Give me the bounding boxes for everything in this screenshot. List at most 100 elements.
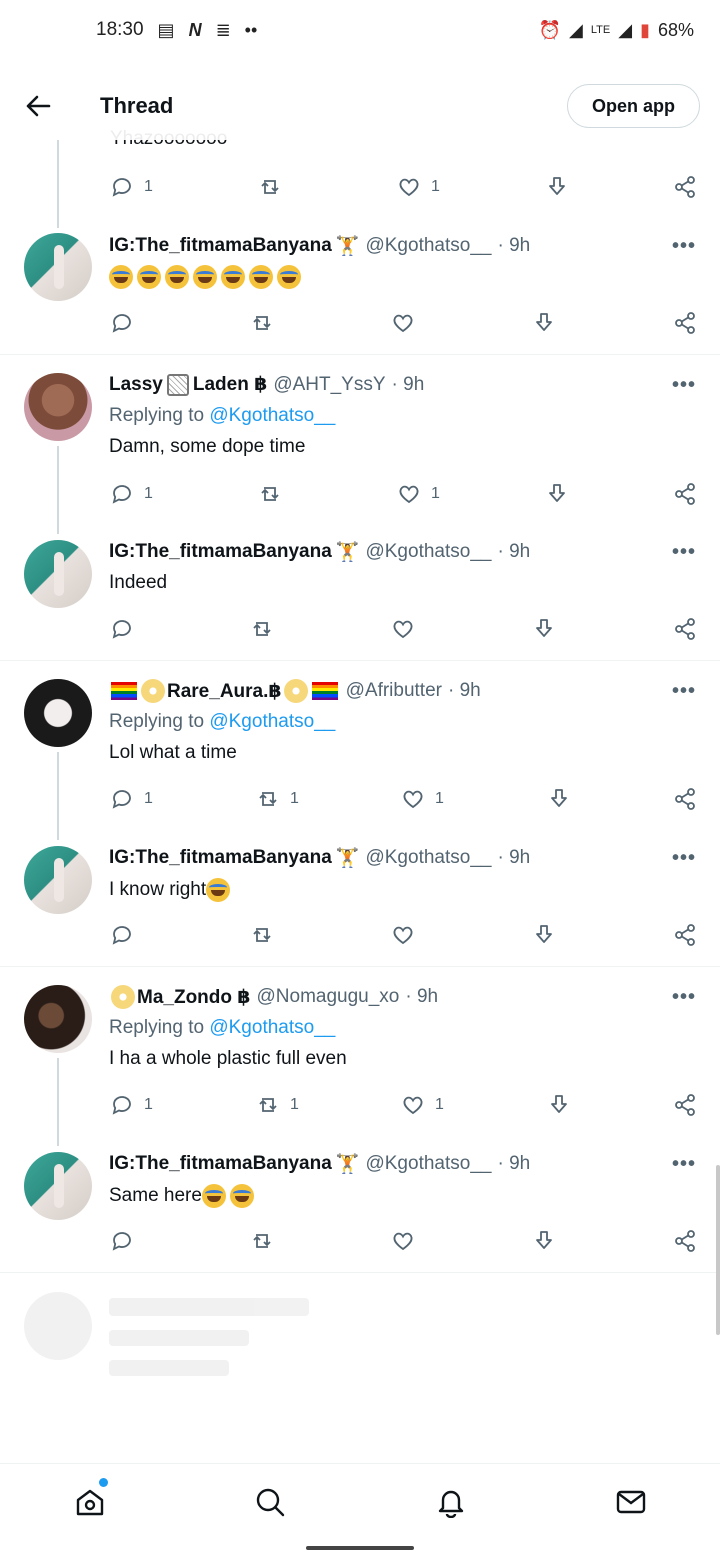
- avatar[interactable]: [24, 373, 92, 441]
- action-bar: 1 1 1: [0, 787, 720, 815]
- retweet-button[interactable]: 1: [256, 1093, 299, 1117]
- laughing-emoji: [193, 265, 217, 289]
- retweet-button[interactable]: [250, 311, 274, 335]
- reply-button[interactable]: 1: [110, 175, 153, 199]
- reply-button[interactable]: [110, 311, 134, 335]
- timestamp[interactable]: · 9h: [497, 847, 530, 869]
- timestamp[interactable]: · 9h: [392, 374, 425, 396]
- display-name[interactable]: IG:The_fitmamaBanyana: [109, 847, 332, 869]
- like-button[interactable]: 1: [397, 175, 440, 199]
- reply-button[interactable]: 1: [110, 482, 153, 506]
- avatar[interactable]: [24, 679, 92, 747]
- divider: [0, 354, 720, 355]
- more-options-button[interactable]: •••: [672, 374, 696, 397]
- reply-button[interactable]: 1: [110, 1093, 153, 1117]
- timestamp[interactable]: · 9h: [497, 1153, 530, 1175]
- retweet-button[interactable]: 1: [256, 787, 299, 811]
- more-options-button[interactable]: •••: [672, 235, 696, 258]
- reply-button[interactable]: [110, 617, 134, 641]
- mention-link[interactable]: @Kgothatso__: [209, 711, 335, 732]
- tweet-text: I ha a whole plastic full even: [109, 1048, 347, 1069]
- share-button[interactable]: [673, 787, 697, 811]
- download-button[interactable]: [532, 311, 556, 335]
- avatar[interactable]: [24, 540, 92, 608]
- mention-link[interactable]: @Kgothatso__: [209, 1017, 335, 1038]
- tweet-text: I know right: [109, 878, 234, 902]
- laughing-emoji: [137, 265, 161, 289]
- scrollbar[interactable]: [716, 1165, 720, 1335]
- share-button[interactable]: [673, 617, 697, 641]
- display-name[interactable]: IG:The_fitmamaBanyana: [109, 235, 332, 257]
- handle[interactable]: @Kgothatso__: [365, 235, 491, 257]
- timestamp[interactable]: · 9h: [405, 986, 438, 1008]
- share-button[interactable]: [673, 311, 697, 335]
- share-button[interactable]: [673, 175, 697, 199]
- download-button[interactable]: [532, 1229, 556, 1253]
- heart-icon: [393, 314, 413, 333]
- weightlifter-emoji: 🏋: [335, 848, 360, 869]
- reply-button[interactable]: [110, 1229, 134, 1253]
- download-icon: [536, 313, 552, 331]
- nav-search-button[interactable]: [250, 1482, 290, 1522]
- nav-home-button[interactable]: [70, 1478, 110, 1522]
- more-options-button[interactable]: •••: [672, 1153, 696, 1176]
- like-button[interactable]: [391, 923, 415, 947]
- handle[interactable]: @Kgothatso__: [365, 1153, 491, 1175]
- handle[interactable]: @Afributter: [346, 680, 442, 702]
- download-button[interactable]: [545, 482, 569, 506]
- avatar[interactable]: [24, 233, 92, 301]
- nav-messages-button[interactable]: [611, 1482, 651, 1522]
- retweet-button[interactable]: [250, 617, 274, 641]
- retweet-icon: [253, 1234, 271, 1248]
- like-button[interactable]: [391, 311, 415, 335]
- retweet-button[interactable]: [258, 482, 282, 506]
- download-icon: [551, 789, 567, 807]
- nav-notifications-button[interactable]: [431, 1482, 471, 1522]
- more-options-button[interactable]: •••: [672, 541, 696, 564]
- avatar[interactable]: [24, 1152, 92, 1220]
- retweet-button[interactable]: [250, 1229, 274, 1253]
- share-button[interactable]: [673, 482, 697, 506]
- retweet-button[interactable]: [250, 923, 274, 947]
- avatar[interactable]: [24, 985, 92, 1053]
- like-button[interactable]: 1: [401, 787, 444, 811]
- rainbow-flag-emoji: [311, 682, 338, 700]
- download-button[interactable]: [545, 175, 569, 199]
- share-button[interactable]: [673, 1093, 697, 1117]
- download-button[interactable]: [532, 617, 556, 641]
- display-name[interactable]: IG:The_fitmamaBanyana: [109, 1153, 332, 1175]
- share-button[interactable]: [673, 1229, 697, 1253]
- timestamp[interactable]: · 9h: [448, 680, 481, 702]
- like-button[interactable]: 1: [401, 1093, 444, 1117]
- retweet-count: 1: [290, 1096, 299, 1113]
- handle[interactable]: @Kgothatso__: [365, 541, 491, 563]
- divider: [0, 1272, 720, 1273]
- display-name[interactable]: IG:The_fitmamaBanyana: [109, 541, 332, 563]
- timestamp[interactable]: · 9h: [497, 541, 530, 563]
- more-options-button[interactable]: •••: [672, 680, 696, 703]
- like-button[interactable]: [391, 617, 415, 641]
- timestamp[interactable]: · 9h: [497, 235, 530, 257]
- retweet-button[interactable]: [258, 175, 282, 199]
- download-button[interactable]: [547, 1093, 571, 1117]
- display-name[interactable]: Ma_Zondo ฿: [137, 986, 251, 1009]
- reply-button[interactable]: [110, 923, 134, 947]
- handle[interactable]: @Nomagugu_xo: [257, 986, 400, 1008]
- mention-link[interactable]: @Kgothatso__: [209, 405, 335, 426]
- handle[interactable]: @AHT_YssY: [273, 374, 385, 396]
- header: Thread Open app: [0, 72, 720, 140]
- like-button[interactable]: [391, 1229, 415, 1253]
- display-name[interactable]: Rare_Aura.฿: [167, 680, 282, 703]
- back-button[interactable]: [2, 72, 74, 140]
- more-options-button[interactable]: •••: [672, 986, 696, 1009]
- share-button[interactable]: [673, 923, 697, 947]
- more-options-button[interactable]: •••: [672, 847, 696, 870]
- download-button[interactable]: [547, 787, 571, 811]
- handle[interactable]: @Kgothatso__: [365, 847, 491, 869]
- open-app-button[interactable]: Open app: [566, 84, 700, 128]
- download-button[interactable]: [532, 923, 556, 947]
- like-button[interactable]: 1: [397, 482, 440, 506]
- display-name[interactable]: Lassy: [109, 374, 163, 396]
- reply-button[interactable]: 1: [110, 787, 153, 811]
- avatar[interactable]: [24, 846, 92, 914]
